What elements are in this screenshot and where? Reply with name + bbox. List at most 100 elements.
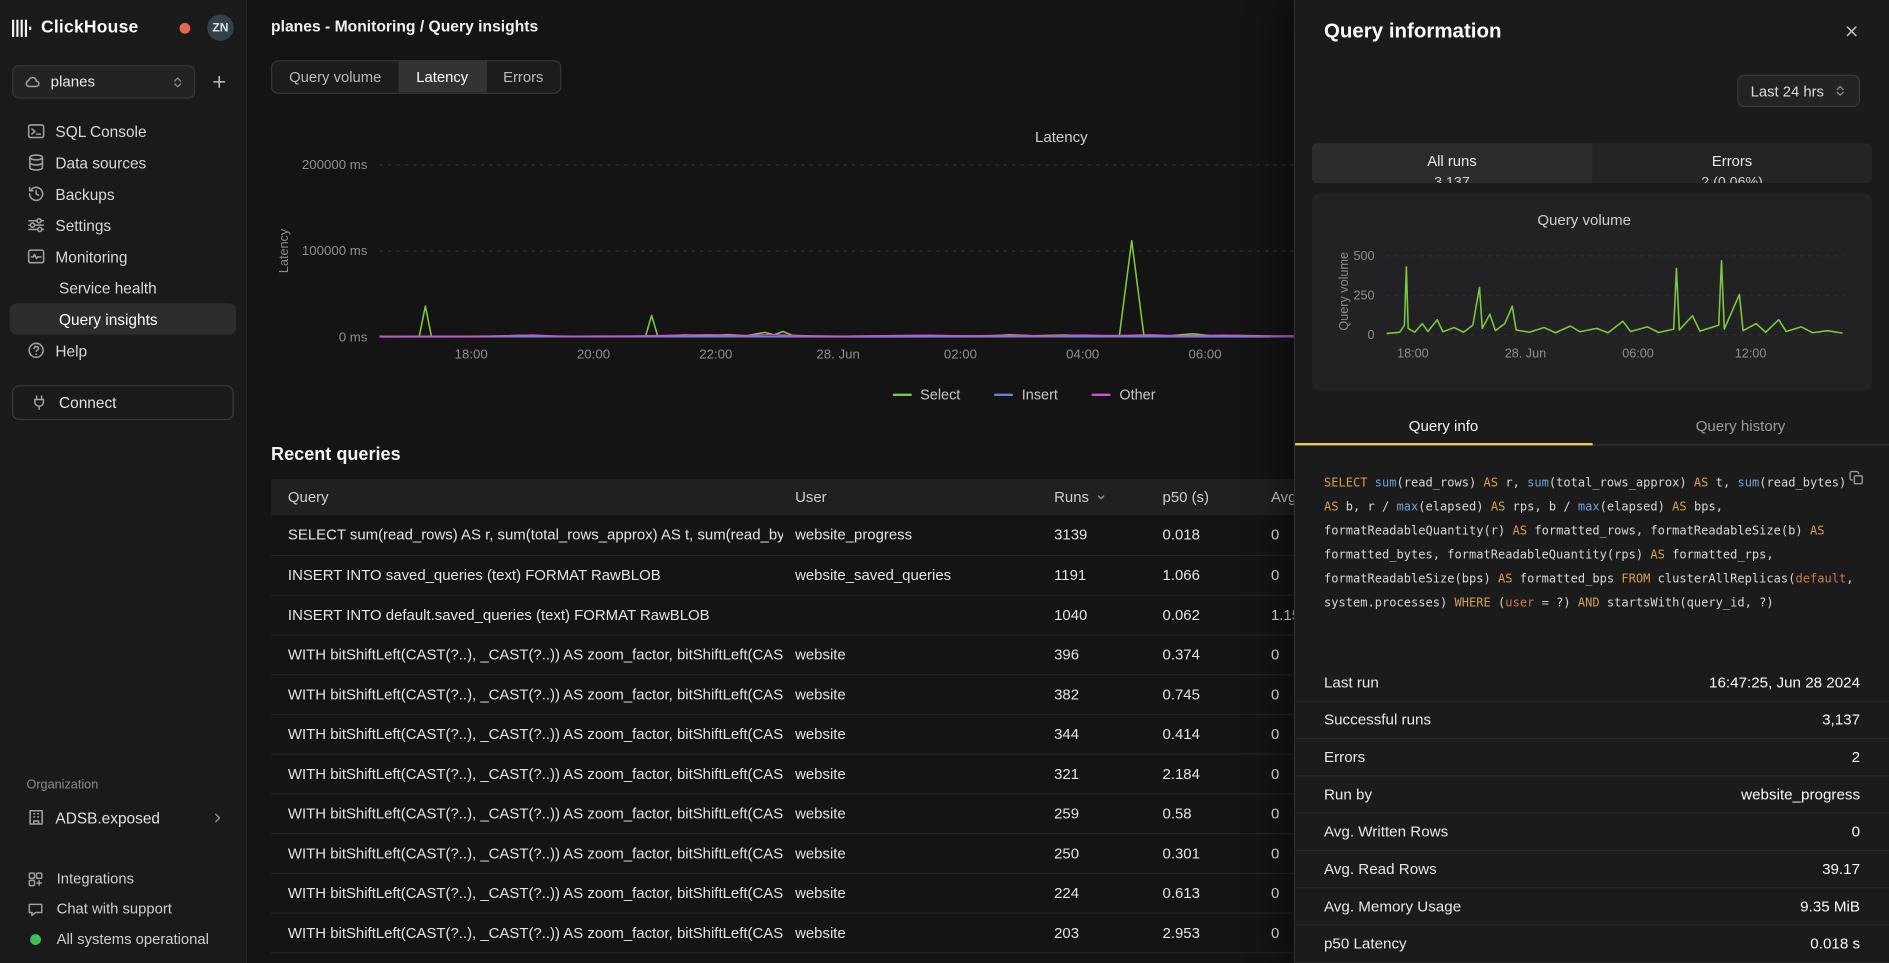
stat-value: 3,137 [1434, 173, 1470, 183]
chevron-right-icon [211, 811, 224, 824]
legend-label: Other [1119, 386, 1155, 403]
clickhouse-logo-icon [12, 19, 31, 37]
col-user[interactable]: User [783, 479, 1042, 515]
cell-query: WITH bitShiftLeft(CAST(?..), _CAST(?..))… [271, 912, 783, 952]
connect-button[interactable]: Connect [12, 385, 234, 420]
cell-query: INSERT INTO saved_queries (text) FORMAT … [271, 555, 783, 595]
sidebar: ClickHouse ZN planes [0, 0, 247, 963]
panel-header: Query information [1295, 0, 1889, 43]
sql-line: formatReadableQuantity(r) AS formatted_r… [1324, 520, 1860, 544]
sidebar-item-label: Chat with support [57, 900, 172, 917]
copy-button[interactable] [1848, 469, 1865, 486]
tab-errors[interactable]: Errors [485, 61, 560, 92]
svg-text:06:00: 06:00 [1188, 347, 1221, 362]
sidebar-item-help[interactable]: Help [10, 335, 236, 366]
col-runs[interactable]: Runs [1042, 479, 1150, 515]
legend-label: Insert [1022, 386, 1058, 403]
cell-runs: 1191 [1042, 555, 1150, 595]
sidebar-item-backups[interactable]: Backups [10, 178, 236, 209]
svg-text:12:00: 12:00 [1735, 347, 1767, 361]
runs-errors-tabs: All runs 3,137 Errors 2 (0.06%) [1312, 143, 1872, 183]
stat-all-runs[interactable]: All runs 3,137 [1312, 143, 1592, 183]
service-selector[interactable]: planes [12, 65, 195, 99]
sidebar-item-label: Data sources [55, 153, 146, 171]
sidebar-item-chat-support[interactable]: Chat with support [10, 894, 236, 923]
detail-value: 3,137 [1822, 711, 1860, 728]
sidebar-item-query-insights[interactable]: Query insights [10, 303, 236, 334]
sidebar-footer: Integrations Chat with support All syste… [0, 864, 246, 953]
col-p50[interactable]: p50 (s) [1150, 479, 1258, 515]
chevron-updown-icon [171, 75, 184, 88]
sidebar-item-service-health[interactable]: Service health [10, 272, 236, 303]
cell-user: website [783, 754, 1042, 794]
tab-query-info[interactable]: Query info [1295, 408, 1592, 444]
sidebar-item-label: Monitoring [55, 247, 127, 265]
svg-text:20:00: 20:00 [577, 347, 610, 362]
organization-selector[interactable]: ADSB.exposed [10, 802, 236, 833]
cell-query: SELECT sum(read_rows) AS r, sum(total_ro… [271, 515, 783, 555]
svg-text:Latency: Latency [1035, 129, 1088, 146]
tab-latency[interactable]: Latency [398, 61, 485, 92]
cloud-icon [23, 73, 41, 91]
legend-insert[interactable]: Insert [994, 386, 1058, 403]
svg-text:28. Jun: 28. Jun [1505, 347, 1546, 361]
sidebar-item-label: Settings [55, 216, 111, 234]
sidebar-item-integrations[interactable]: Integrations [10, 864, 236, 893]
building-icon [27, 808, 46, 827]
legend-select[interactable]: Select [892, 386, 960, 403]
stat-errors[interactable]: Errors 2 (0.06%) [1592, 143, 1872, 183]
legend-swatch-other [1092, 393, 1111, 396]
tab-query-history[interactable]: Query history [1592, 408, 1889, 444]
cell-query: WITH bitShiftLeft(CAST(?..), _CAST(?..))… [271, 833, 783, 873]
cell-runs: 3139 [1042, 515, 1150, 555]
status-label: All systems operational [57, 931, 209, 948]
cell-runs: 250 [1042, 833, 1150, 873]
detail-value: website_progress [1741, 786, 1860, 803]
sidebar-item-sql-console[interactable]: SQL Console [10, 116, 236, 147]
close-button[interactable] [1843, 23, 1860, 40]
legend-other[interactable]: Other [1092, 386, 1156, 403]
detail-label: p50 Latency [1324, 935, 1407, 952]
stat-label: All runs [1427, 152, 1476, 169]
cell-user [783, 595, 1042, 635]
chart-tabs: Query volume Latency Errors [271, 60, 561, 94]
col-query[interactable]: Query [271, 479, 783, 515]
logo-row: ClickHouse ZN [0, 12, 246, 43]
stat-label: Errors [1712, 152, 1752, 169]
svg-text:200000 ms: 200000 ms [302, 157, 368, 172]
sql-line: system.processes) WHERE (user = ?) AND s… [1324, 592, 1860, 616]
plus-icon [211, 73, 228, 90]
detail-row: Run by website_progress [1295, 776, 1889, 813]
detail-row: Successful runs 3,137 [1295, 702, 1889, 739]
svg-text:04:00: 04:00 [1066, 347, 1099, 362]
service-name: planes [51, 73, 95, 90]
user-avatar[interactable]: ZN [207, 14, 234, 40]
svg-text:18:00: 18:00 [1397, 347, 1429, 361]
cell-user: website_progress [783, 515, 1042, 555]
detail-value: 9.35 MiB [1800, 898, 1860, 915]
detail-label: Successful runs [1324, 711, 1431, 728]
cell-p50: 0.301 [1150, 833, 1258, 873]
detail-value: 0 [1852, 823, 1860, 840]
cell-p50: 0.58 [1150, 793, 1258, 833]
sidebar-item-monitoring[interactable]: Monitoring [10, 241, 236, 272]
sidebar-item-data-sources[interactable]: Data sources [10, 147, 236, 178]
sidebar-item-settings[interactable]: Settings [10, 209, 236, 240]
cell-runs: 321 [1042, 754, 1150, 794]
app-root: ClickHouse ZN planes [0, 0, 1889, 963]
sql-line: SELECT sum(read_rows) AS r, sum(total_ro… [1324, 472, 1860, 496]
sidebar-item-label: Help [55, 341, 87, 359]
detail-label: Run by [1324, 786, 1372, 803]
sort-desc-icon [1095, 491, 1107, 503]
add-service-button[interactable] [205, 67, 234, 96]
detail-value: 2 [1852, 749, 1860, 766]
tab-query-volume[interactable]: Query volume [272, 61, 398, 92]
time-range-selector[interactable]: Last 24 hrs [1737, 75, 1860, 108]
svg-text:06:00: 06:00 [1622, 347, 1654, 361]
system-status[interactable]: All systems operational [10, 925, 236, 954]
query-volume-card: 025050018:0028. Jun06:0012:00Query volum… [1312, 193, 1872, 392]
legend-label: Select [920, 386, 960, 403]
notification-dot[interactable] [180, 22, 191, 33]
cell-query: WITH bitShiftLeft(CAST(?..), _CAST(?..))… [271, 634, 783, 674]
detail-row: Avg. Written Rows0 [1295, 814, 1889, 851]
